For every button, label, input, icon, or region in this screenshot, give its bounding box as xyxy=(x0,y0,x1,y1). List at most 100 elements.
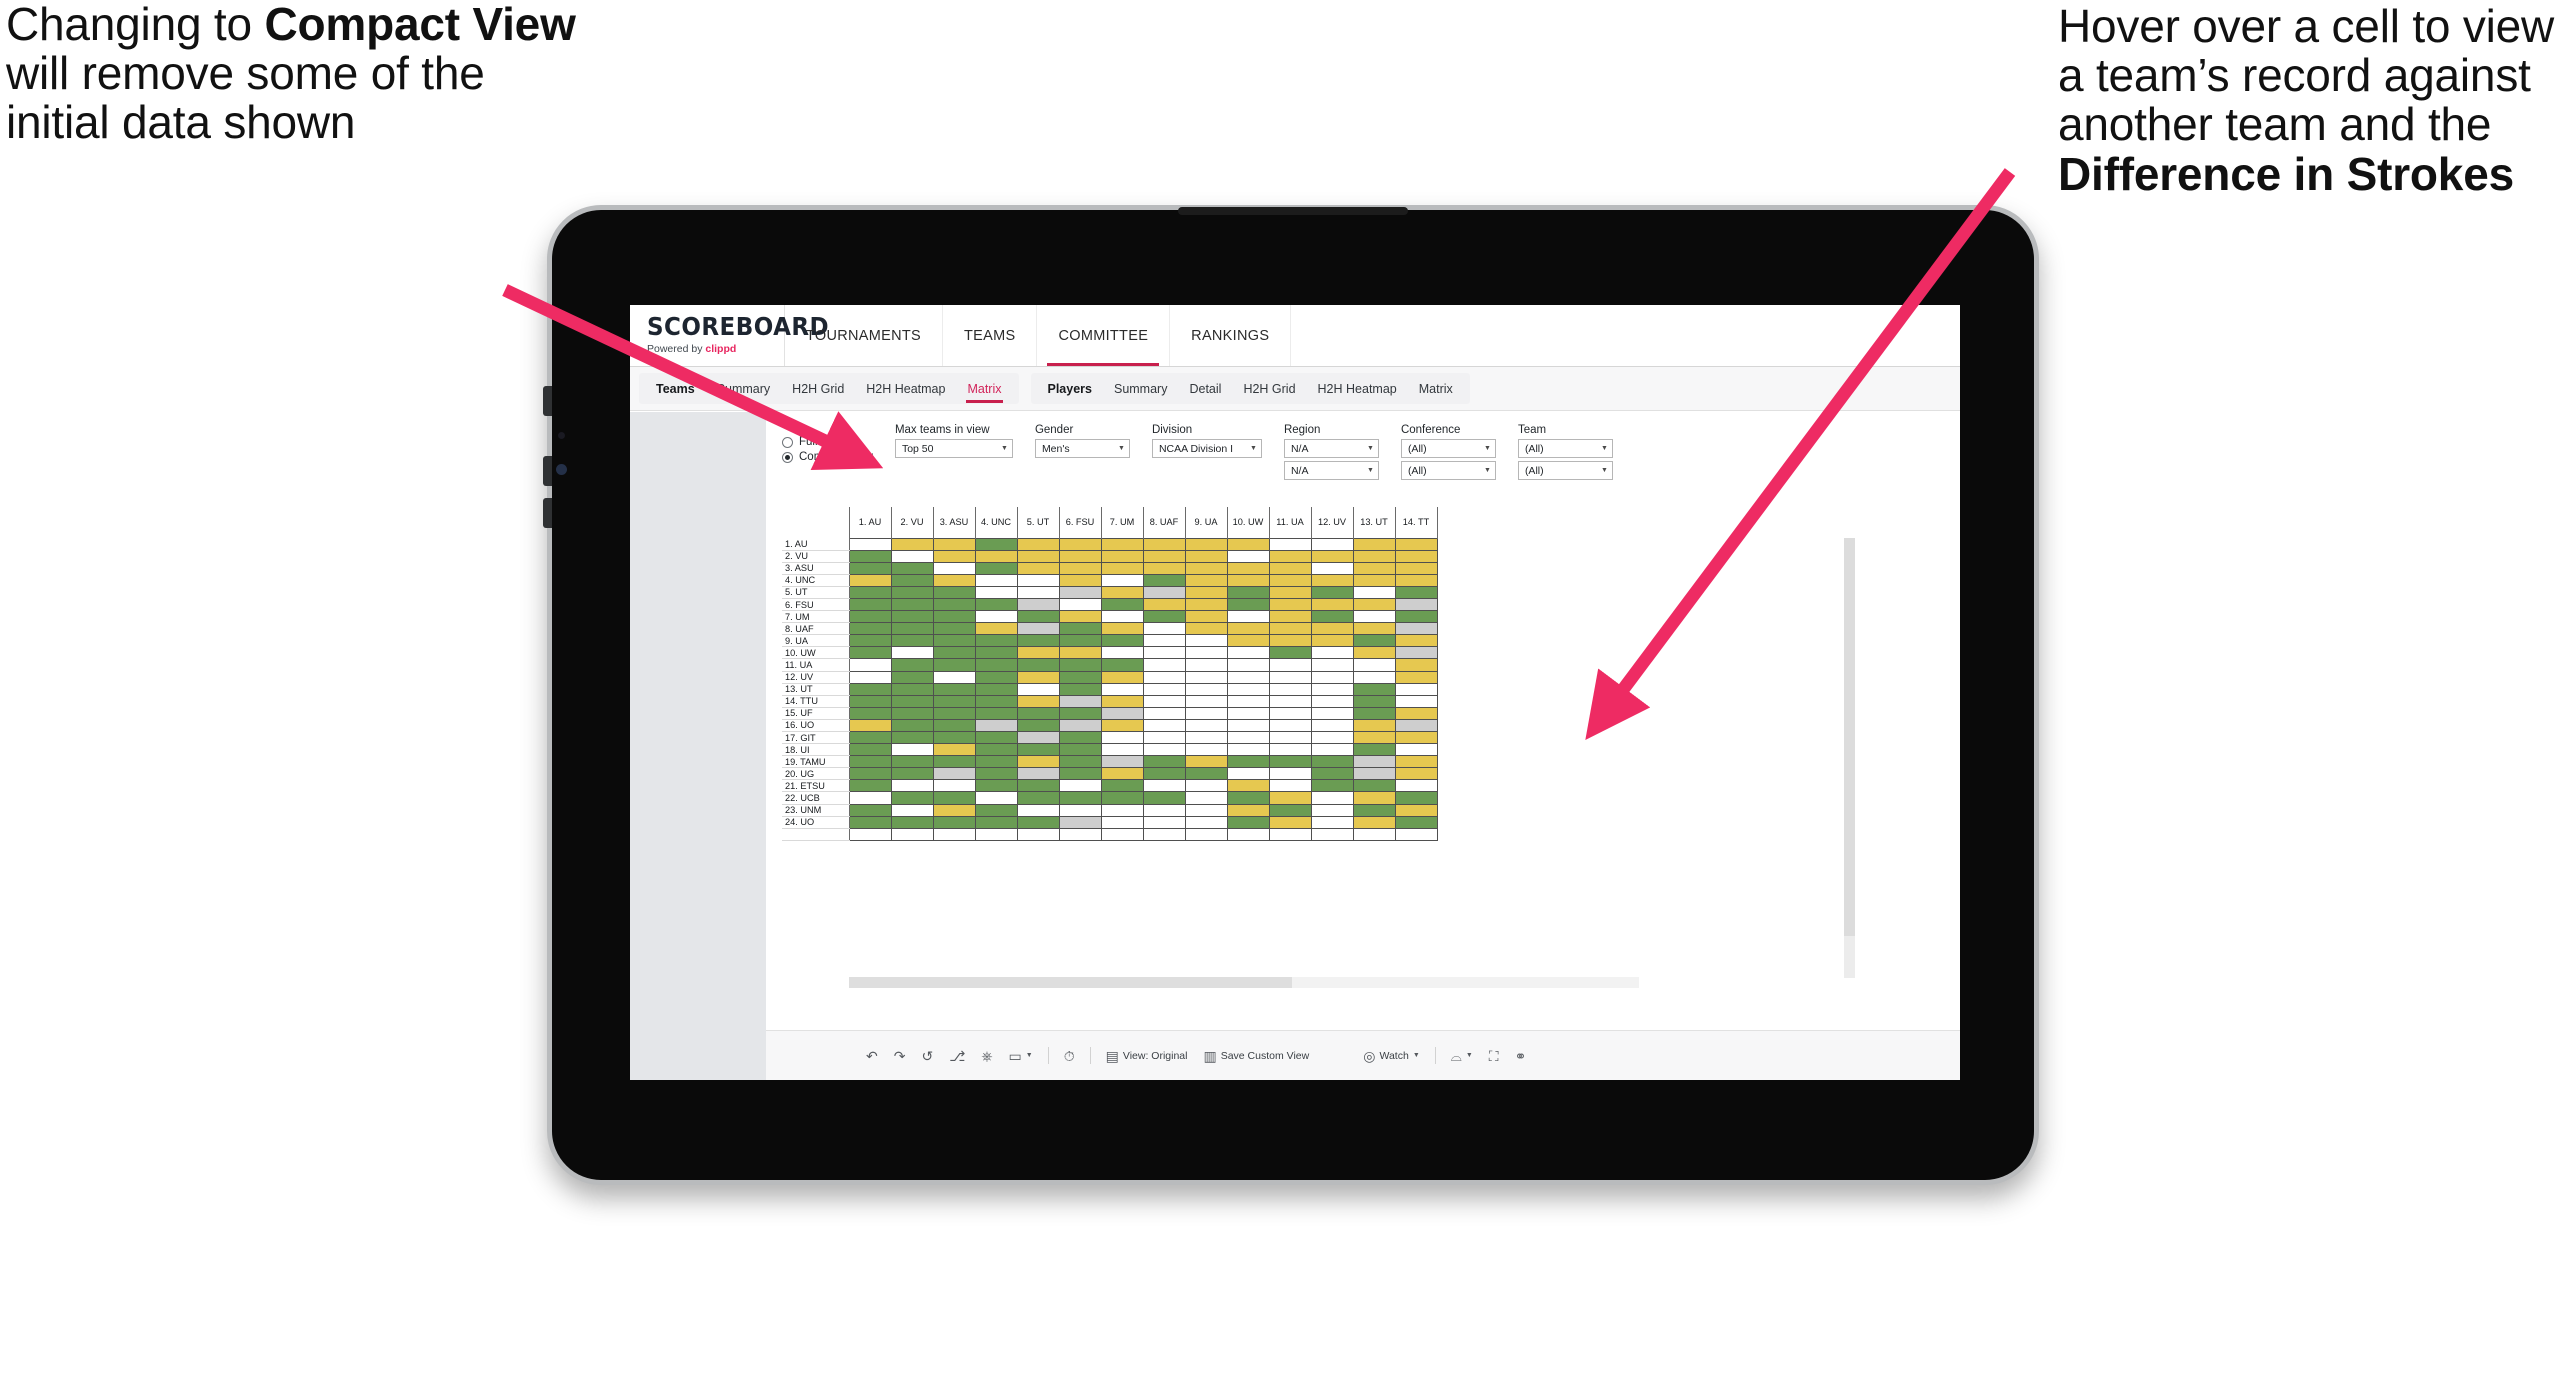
matrix-cell[interactable] xyxy=(932,646,976,660)
matrix-cell[interactable] xyxy=(1058,803,1102,817)
matrix-cell[interactable] xyxy=(974,706,1018,720)
matrix-cell[interactable] xyxy=(932,561,976,575)
pause-button[interactable]: ⎈ xyxy=(973,1049,1000,1063)
matrix-cell[interactable] xyxy=(1394,694,1438,708)
matrix-cell[interactable] xyxy=(1142,791,1186,805)
nav-rankings[interactable]: RANKINGS xyxy=(1170,305,1292,366)
matrix-cell[interactable] xyxy=(1268,549,1312,563)
matrix-cell[interactable] xyxy=(1310,610,1354,624)
matrix-cell[interactable] xyxy=(1100,561,1144,575)
subnav-players-h2h-heatmap[interactable]: H2H Heatmap xyxy=(1307,382,1408,396)
matrix-cell[interactable] xyxy=(848,779,892,793)
matrix-cell[interactable] xyxy=(848,815,892,829)
subnav-teams-matrix[interactable]: Matrix xyxy=(956,382,1012,403)
matrix-cell[interactable] xyxy=(848,803,892,817)
matrix-cell[interactable] xyxy=(1184,573,1228,587)
matrix-cell[interactable] xyxy=(1100,573,1144,587)
matrix-cell[interactable] xyxy=(1310,561,1354,575)
matrix-cell[interactable] xyxy=(974,597,1018,612)
matrix-cell[interactable] xyxy=(1268,658,1312,672)
division-dropdown[interactable]: NCAA Division I ▼ xyxy=(1151,439,1262,458)
matrix-cell[interactable] xyxy=(1352,658,1396,672)
matrix-cell[interactable] xyxy=(932,743,976,757)
matrix-cell[interactable] xyxy=(1184,561,1228,575)
matrix-cell[interactable] xyxy=(1100,549,1144,563)
matrix-cell[interactable] xyxy=(1310,549,1354,563)
matrix-cell[interactable] xyxy=(1058,610,1102,624)
matrix-cell[interactable] xyxy=(1058,537,1102,551)
matrix-cell[interactable] xyxy=(1394,730,1438,745)
matrix-cell[interactable] xyxy=(932,670,976,684)
matrix-cell[interactable] xyxy=(1394,670,1438,684)
matrix-cell[interactable] xyxy=(1184,597,1228,612)
matrix-cell[interactable] xyxy=(1268,682,1312,696)
matrix-cell[interactable] xyxy=(1310,622,1354,636)
nav-teams[interactable]: TEAMS xyxy=(943,305,1038,366)
matrix-cell[interactable] xyxy=(1184,803,1228,817)
matrix-cell[interactable] xyxy=(1310,743,1354,757)
matrix-cell[interactable] xyxy=(848,767,892,781)
matrix-cell[interactable] xyxy=(1226,743,1270,757)
matrix-cell[interactable] xyxy=(890,573,934,587)
matrix-cell[interactable] xyxy=(1352,670,1396,684)
matrix-cell[interactable] xyxy=(1100,694,1144,708)
matrix-cell[interactable] xyxy=(932,730,976,745)
max-teams-dropdown[interactable]: Top 50 ▼ xyxy=(894,439,1013,458)
matrix-cell[interactable] xyxy=(1016,561,1060,575)
matrix-cell[interactable] xyxy=(890,610,934,624)
matrix-cell[interactable] xyxy=(1100,646,1144,660)
matrix-cell[interactable] xyxy=(848,634,892,648)
matrix-cell[interactable] xyxy=(1352,767,1396,781)
matrix-cell[interactable] xyxy=(1226,537,1270,551)
matrix-cell[interactable] xyxy=(1394,755,1438,769)
matrix-cell[interactable] xyxy=(1352,682,1396,696)
matrix-cell[interactable] xyxy=(890,730,934,745)
matrix-cell[interactable] xyxy=(1310,537,1354,551)
matrix-cell[interactable] xyxy=(974,767,1018,781)
matrix-cell[interactable] xyxy=(974,561,1018,575)
redo-button[interactable]: ↷ xyxy=(886,1049,914,1063)
matrix-cell[interactable] xyxy=(848,622,892,636)
matrix-cell[interactable] xyxy=(1184,694,1228,708)
undo-button[interactable]: ↶ xyxy=(858,1049,886,1063)
tablet-volume-up-button[interactable] xyxy=(543,456,552,486)
view-original-button[interactable]: ▤ View: Original xyxy=(1098,1049,1196,1063)
matrix-cell[interactable] xyxy=(1058,718,1102,733)
matrix-row-header[interactable]: 3. ASU xyxy=(782,562,850,575)
matrix-cell[interactable] xyxy=(1142,670,1186,684)
matrix-cell[interactable] xyxy=(848,658,892,672)
matrix-row-header[interactable]: 4. UNC xyxy=(782,574,850,587)
matrix-cell[interactable] xyxy=(1142,537,1186,551)
matrix-cell[interactable] xyxy=(1184,610,1228,624)
tablet-button-top[interactable] xyxy=(543,386,552,416)
matrix-cell[interactable] xyxy=(890,779,934,793)
matrix-cell[interactable] xyxy=(974,730,1018,745)
matrix-cell[interactable] xyxy=(848,730,892,745)
matrix-cell[interactable] xyxy=(848,561,892,575)
matrix-cell[interactable] xyxy=(1184,791,1228,805)
matrix-cell[interactable] xyxy=(1142,755,1186,769)
matrix-cell[interactable] xyxy=(1016,718,1060,733)
matrix-cell[interactable] xyxy=(1016,694,1060,708)
matrix-cell[interactable] xyxy=(1310,718,1354,733)
matrix-cell[interactable] xyxy=(1226,803,1270,817)
matrix-cell[interactable] xyxy=(1268,718,1312,733)
matrix-column-header[interactable]: 7. UM xyxy=(1100,507,1144,538)
matrix-cell[interactable] xyxy=(848,791,892,805)
matrix-cell[interactable] xyxy=(1268,610,1312,624)
matrix-cell[interactable] xyxy=(890,743,934,757)
matrix-column-header[interactable]: 6. FSU xyxy=(1058,507,1102,538)
matrix-cell[interactable] xyxy=(1058,561,1102,575)
matrix-cell[interactable] xyxy=(1142,779,1186,793)
matrix-cell[interactable] xyxy=(1352,755,1396,769)
matrix-cell[interactable] xyxy=(1310,767,1354,781)
matrix-cell[interactable] xyxy=(932,634,976,648)
matrix-column-header[interactable]: 4. UNC xyxy=(974,507,1018,538)
matrix-column-header[interactable]: 14. TT xyxy=(1394,507,1438,538)
matrix-cell[interactable] xyxy=(1226,646,1270,660)
matrix-cell[interactable] xyxy=(1016,646,1060,660)
matrix-cell[interactable] xyxy=(932,585,976,599)
matrix-cell[interactable] xyxy=(848,610,892,624)
matrix-cell[interactable] xyxy=(932,610,976,624)
matrix-row-header[interactable]: 6. FSU xyxy=(782,598,850,612)
